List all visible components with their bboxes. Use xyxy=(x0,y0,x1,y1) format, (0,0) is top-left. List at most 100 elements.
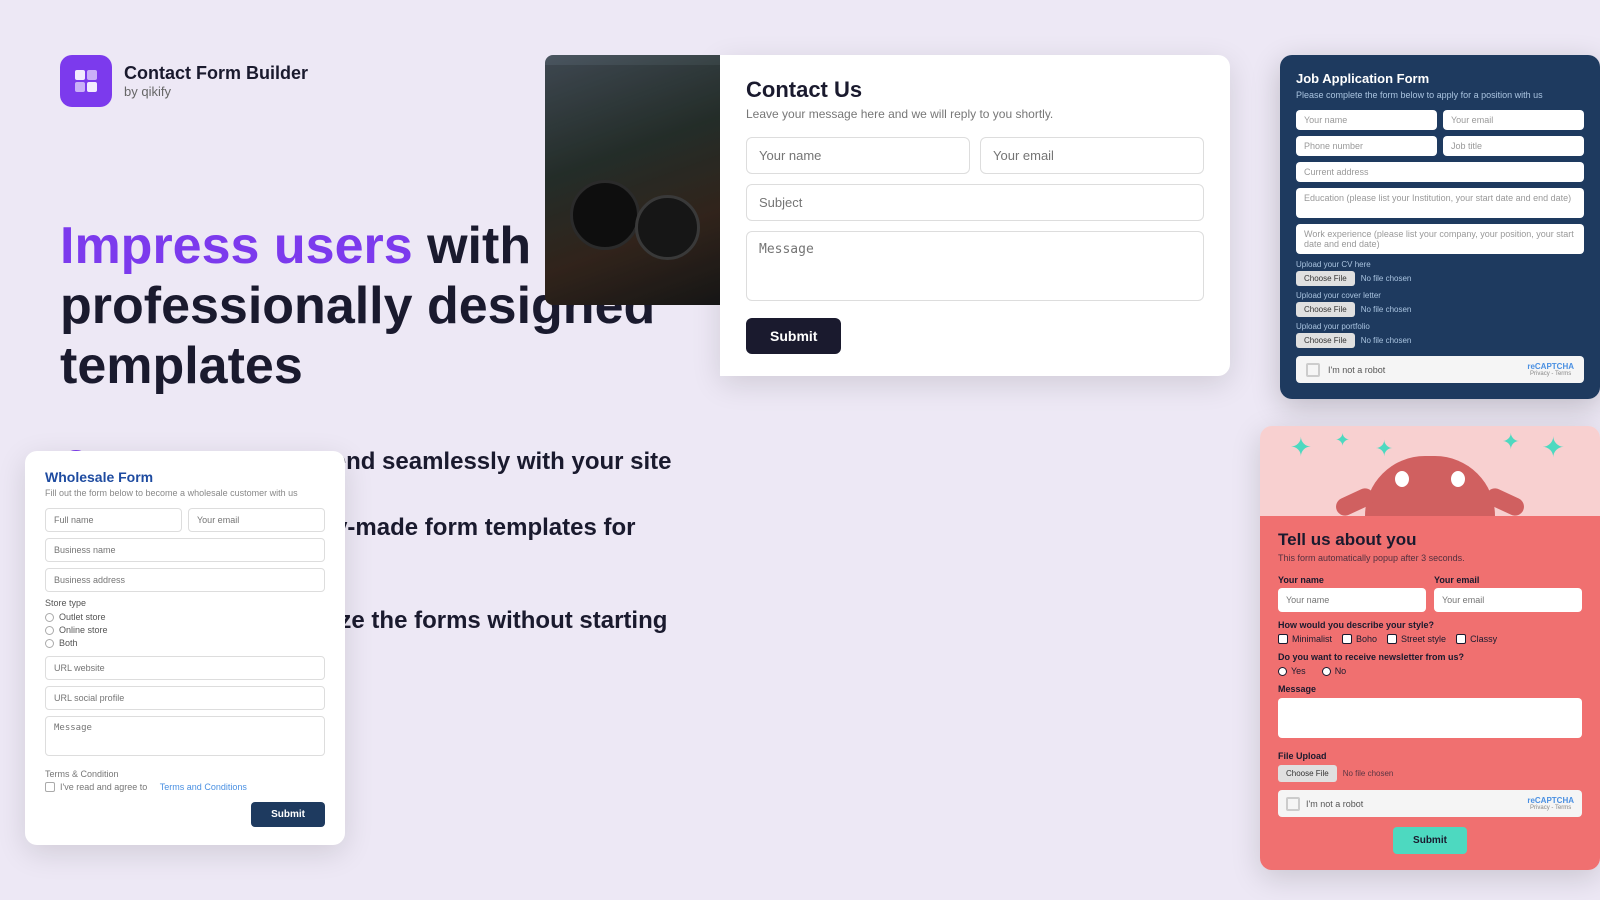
job-cover-file-input: Choose File No file chosen xyxy=(1296,302,1584,317)
tellus-form-preview: ✦ ✦ ✦ ✦ ✦ Tell us about you This form au… xyxy=(1260,426,1600,870)
tellus-minimalist-checkbox[interactable] xyxy=(1278,634,1288,644)
tellus-message-input[interactable] xyxy=(1278,698,1582,738)
ws-radio-outlet: Outlet store xyxy=(45,612,325,622)
tellus-form-body: Tell us about you This form automaticall… xyxy=(1260,516,1600,870)
tellus-name-label: Your name xyxy=(1278,575,1426,585)
ws-social-input[interactable] xyxy=(45,686,325,710)
tellus-name-group: Your name xyxy=(1278,575,1426,612)
tellus-name-input[interactable] xyxy=(1278,588,1426,612)
contact-subject-input[interactable] xyxy=(746,184,1204,221)
ws-terms-link[interactable]: Terms and Conditions xyxy=(160,782,247,792)
ws-radio-both: Both xyxy=(45,638,325,648)
tellus-street-label: Street style xyxy=(1401,634,1446,644)
tellus-newsletter-options: Yes No xyxy=(1278,666,1582,676)
ws-radio-both-btn[interactable] xyxy=(45,639,54,648)
sparkle-4: ✦ xyxy=(1502,431,1520,453)
job-cv-label: Upload your CV here xyxy=(1296,260,1584,269)
ws-name-email-row xyxy=(45,508,325,532)
job-portfolio-label: Upload your portfolio xyxy=(1296,322,1584,331)
contact-message-input[interactable] xyxy=(746,231,1204,301)
app-title: Contact Form Builder xyxy=(124,63,308,84)
job-cv-file-input: Choose File No file chosen xyxy=(1296,271,1584,286)
job-portfolio-no-file: No file chosen xyxy=(1361,336,1412,345)
tellus-newsletter-no: No xyxy=(1322,666,1347,676)
ws-radio-online-label: Online store xyxy=(59,625,108,635)
monster-body xyxy=(1365,456,1495,516)
contact-form-panel: Contact Us Leave your message here and w… xyxy=(720,55,1230,376)
ws-store-type-label: Store type xyxy=(45,598,325,608)
contact-submit-button[interactable]: Submit xyxy=(746,318,841,354)
tellus-no-radio[interactable] xyxy=(1322,667,1331,676)
tellus-classy-label: Classy xyxy=(1470,634,1497,644)
ws-radio-outlet-btn[interactable] xyxy=(45,613,54,622)
job-name-field: Your name xyxy=(1296,110,1437,130)
contact-email-input[interactable] xyxy=(980,137,1204,174)
tellus-message-label: Message xyxy=(1278,684,1582,694)
tellus-file-label: File Upload xyxy=(1278,751,1582,761)
job-cover-no-file: No file chosen xyxy=(1361,305,1412,314)
ws-radio-both-label: Both xyxy=(59,638,78,648)
contact-form-wrapper: Contact Us Leave your message here and w… xyxy=(545,55,1230,376)
tellus-minimalist-label: Minimalist xyxy=(1292,634,1332,644)
ws-fullname-input[interactable] xyxy=(45,508,182,532)
tellus-name-email-row: Your name Your email xyxy=(1278,575,1582,612)
tellus-choose-file-btn[interactable]: Choose File xyxy=(1278,765,1337,782)
tellus-captcha-label: I'm not a robot xyxy=(1306,799,1363,809)
job-cover-row: Upload your cover letter Choose File No … xyxy=(1296,291,1584,317)
ws-submit-button[interactable]: Submit xyxy=(251,802,325,827)
app-logo-icon xyxy=(60,55,112,107)
job-address-field: Current address xyxy=(1296,162,1584,182)
tellus-newsletter-yes: Yes xyxy=(1278,666,1306,676)
contact-form-image xyxy=(545,55,720,305)
job-captcha-checkbox[interactable] xyxy=(1306,363,1320,377)
tellus-email-label: Your email xyxy=(1434,575,1582,585)
job-cv-row: Upload your CV here Choose File No file … xyxy=(1296,260,1584,286)
tellus-style-classy: Classy xyxy=(1456,634,1497,644)
job-portfolio-row: Upload your portfolio Choose File No fil… xyxy=(1296,322,1584,348)
ws-address-input[interactable] xyxy=(45,568,325,592)
tellus-captcha-row: I'm not a robot reCAPTCHA Privacy - Term… xyxy=(1278,790,1582,817)
job-work-field: Work experience (please list your compan… xyxy=(1296,224,1584,254)
job-form-title: Job Application Form xyxy=(1296,71,1584,86)
tellus-file-row: Choose File No file chosen xyxy=(1278,765,1582,782)
tellus-classy-checkbox[interactable] xyxy=(1456,634,1466,644)
tellus-no-file-text: No file chosen xyxy=(1343,769,1394,778)
sparkle-1: ✦ xyxy=(1290,434,1312,460)
tellus-title: Tell us about you xyxy=(1278,530,1582,550)
contact-name-email-row xyxy=(746,137,1204,174)
ws-radio-outlet-label: Outlet store xyxy=(59,612,106,622)
job-cover-label: Upload your cover letter xyxy=(1296,291,1584,300)
job-education-field: Education (please list your Institution,… xyxy=(1296,188,1584,218)
job-cv-no-file: No file chosen xyxy=(1361,274,1412,283)
tellus-captcha-logo: reCAPTCHA Privacy - Terms xyxy=(1527,796,1574,811)
wholesale-form-subtitle: Fill out the form below to become a whol… xyxy=(45,488,325,498)
ws-radio-online-btn[interactable] xyxy=(45,626,54,635)
job-cover-choose-btn[interactable]: Choose File xyxy=(1296,302,1355,317)
monster-eye-left xyxy=(1395,471,1409,487)
sparkle-5: ✦ xyxy=(1542,434,1565,462)
tellus-style-street: Street style xyxy=(1387,634,1446,644)
app-subtitle: by qikify xyxy=(124,84,308,99)
tellus-yes-radio[interactable] xyxy=(1278,667,1287,676)
contact-name-input[interactable] xyxy=(746,137,970,174)
ws-terms-checkbox[interactable] xyxy=(45,782,55,792)
tellus-captcha-checkbox[interactable] xyxy=(1286,797,1300,811)
tellus-email-input[interactable] xyxy=(1434,588,1582,612)
ws-business-input[interactable] xyxy=(45,538,325,562)
ws-radio-online: Online store xyxy=(45,625,325,635)
ws-email-input[interactable] xyxy=(188,508,325,532)
ws-message-input[interactable] xyxy=(45,716,325,756)
job-phone-field: Phone number xyxy=(1296,136,1437,156)
tellus-street-checkbox[interactable] xyxy=(1387,634,1397,644)
tellus-style-boho: Boho xyxy=(1342,634,1377,644)
job-portfolio-choose-btn[interactable]: Choose File xyxy=(1296,333,1355,348)
ws-url-input[interactable] xyxy=(45,656,325,680)
job-cv-choose-btn[interactable]: Choose File xyxy=(1296,271,1355,286)
sparkle-2: ✦ xyxy=(1335,431,1350,449)
headline-highlight: Impress users xyxy=(60,217,413,275)
tellus-submit-button[interactable]: Submit xyxy=(1393,827,1467,854)
tellus-style-options: Minimalist Boho Street style Classy xyxy=(1278,634,1582,644)
tellus-subtitle: This form automatically popup after 3 se… xyxy=(1278,553,1582,563)
sparkle-3: ✦ xyxy=(1375,438,1393,460)
tellus-boho-checkbox[interactable] xyxy=(1342,634,1352,644)
